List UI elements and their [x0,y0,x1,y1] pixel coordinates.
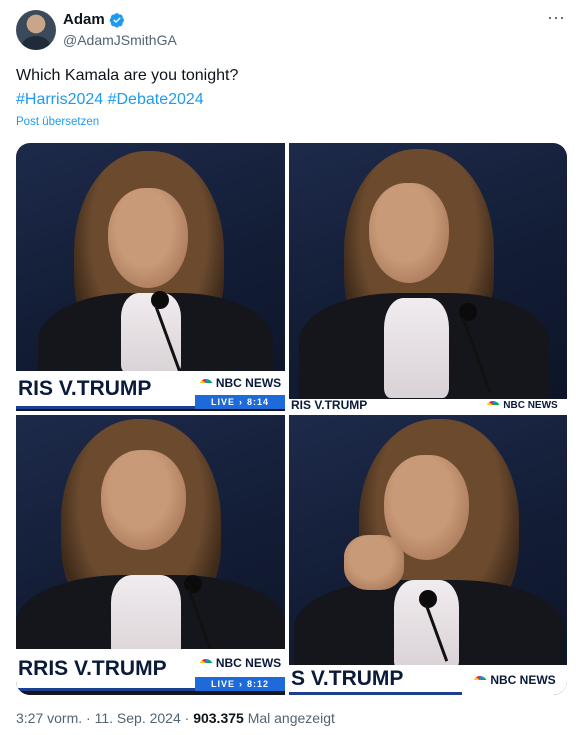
media-image-2[interactable]: RIS V.TRUMP NBC NEWS [289,143,567,411]
blouse-shape [121,293,181,373]
tweet-meta: 3:27 vorm. · 11. Sep. 2024 · 903.375 Mal… [16,710,335,726]
lower-third: RIS V.TRUMP NBC NEWS LIVE › 8:14 [16,371,285,409]
live-time: 8:14 [247,397,270,407]
media-image-3[interactable]: RRIS V.TRUMP NBC NEWS LIVE › 8:12 [16,415,285,695]
lower-third-title: RIS V.TRUMP [16,371,195,409]
hashtags[interactable]: #Harris2024 #Debate2024 [16,88,556,112]
live-label: LIVE [210,397,235,407]
lower-third-brand-box: NBC NEWS [477,399,567,411]
lower-third-title: S V.TRUMP [289,665,462,695]
lower-third-brand-box: NBC NEWS LIVE › 8:12 [195,649,285,691]
nbc-peacock-icon [198,379,213,387]
translate-post-link[interactable]: Post übersetzen [16,116,99,128]
media-grid: RIS V.TRUMP NBC NEWS LIVE › 8:14 RIS V.TRU… [16,143,567,695]
media-image-4[interactable]: S V.TRUMP NBC NEWS [289,415,567,695]
lower-third: S V.TRUMP NBC NEWS [289,665,567,695]
live-label: LIVE [210,679,235,689]
nbc-brand: NBC NEWS [462,665,567,695]
nbc-peacock-icon [486,401,501,409]
face-shape [369,183,449,283]
nbc-brand-label: NBC NEWS [490,673,556,687]
lower-third-title: RIS V.TRUMP [289,399,477,411]
media-image-1[interactable]: RIS V.TRUMP NBC NEWS LIVE › 8:14 [16,143,285,411]
live-arrow-icon: › [239,397,243,407]
lower-third: RRIS V.TRUMP NBC NEWS LIVE › 8:12 [16,649,285,691]
face-shape [101,450,186,550]
post-time[interactable]: 3:27 vorm. [16,710,82,726]
nbc-brand-label: NBC NEWS [215,656,282,670]
view-count: 903.375 [193,710,244,726]
verified-badge-icon [109,12,124,28]
nbc-brand: NBC NEWS [195,371,285,395]
nbc-peacock-icon [473,676,488,684]
live-time: 8:12 [247,679,270,689]
blouse-shape [384,298,449,398]
nbc-brand-label: NBC NEWS [503,399,558,411]
nbc-brand-label: NBC NEWS [215,376,282,390]
author-handle[interactable]: @AdamJSmithGA [63,32,177,48]
live-arrow-icon: › [239,679,243,689]
nbc-peacock-icon [198,659,213,667]
avatar[interactable] [16,10,56,50]
lower-third: RIS V.TRUMP NBC NEWS [289,399,567,411]
view-count-label: Mal angezeigt [243,710,335,726]
lower-third-brand-box: NBC NEWS [462,665,567,695]
post-date[interactable]: 11. Sep. 2024 [95,710,181,726]
live-bar: LIVE › 8:12 [195,677,285,691]
nbc-brand: NBC NEWS [477,399,567,411]
lower-third-brand-box: NBC NEWS LIVE › 8:14 [195,371,285,409]
more-options-icon[interactable]: ⋯ [547,8,566,29]
tweet-body: Which Kamala are you tonight? [16,67,239,84]
author-name-row[interactable]: Adam [63,11,125,28]
face-shape [108,188,188,288]
live-bar: LIVE › 8:14 [195,395,285,409]
hand-shape [344,535,404,590]
lower-third-title: RRIS V.TRUMP [16,649,195,691]
meta-separator: · [82,710,95,726]
tweet-text: Which Kamala are you tonight? #Harris202… [16,64,556,112]
display-name[interactable]: Adam [63,11,105,28]
meta-separator: · [180,710,194,726]
nbc-brand: NBC NEWS [195,649,285,677]
